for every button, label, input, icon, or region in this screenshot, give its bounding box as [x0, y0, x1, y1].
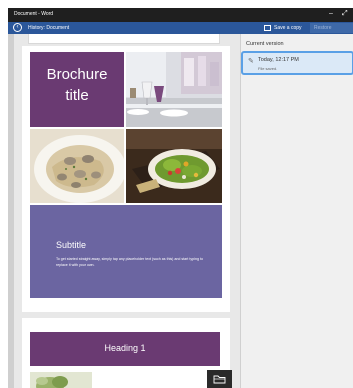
dining-table-photo-image	[126, 52, 222, 127]
title-bar: Document - Word – ⤢	[8, 8, 353, 22]
window-title: Document - Word	[14, 11, 54, 17]
pencil-icon: ✎	[248, 58, 254, 65]
brochure-title-block[interactable]: Brochure title	[30, 52, 124, 127]
previous-page-bottom	[28, 34, 220, 44]
restore-button[interactable]: Restore	[310, 23, 353, 33]
heading-block[interactable]: Heading 1	[30, 332, 220, 366]
minimize-button[interactable]: –	[329, 10, 333, 18]
salad-photo[interactable]	[126, 129, 222, 203]
save-copy-button[interactable]: Save a copy	[264, 24, 302, 32]
save-copy-label: Save a copy	[274, 25, 302, 31]
subtitle-text: Subtitle	[56, 240, 87, 250]
brochure-title: Brochure title	[46, 66, 108, 104]
pasta-dish-photo[interactable]	[30, 129, 124, 203]
page-2-photo-image	[30, 372, 92, 388]
versions-pane: Current version ✎ Today, 12:17 PM File s…	[240, 34, 353, 388]
salad-photo-image	[126, 129, 222, 203]
pasta-dish-photo-image	[30, 129, 124, 203]
version-note: File saved.	[258, 66, 278, 71]
folder-icon	[213, 375, 226, 384]
version-time: Today, 12:17 PM	[258, 57, 299, 63]
dining-table-photo[interactable]	[126, 52, 222, 127]
open-folder-button[interactable]	[207, 370, 232, 388]
maximize-button[interactable]: ⤢	[342, 10, 348, 18]
subtitle-body-text: To get started straight away, simply tap…	[56, 257, 203, 267]
subtitle-block[interactable]: Subtitle To get started straight away, s…	[30, 205, 222, 298]
back-arrow-icon: ‹	[16, 24, 19, 30]
versions-heading: Current version	[246, 41, 284, 47]
command-bar: ‹ History: Document Save a copy Restore	[8, 22, 353, 34]
left-ruler	[8, 34, 14, 388]
page-2-photo[interactable]	[30, 372, 92, 388]
document-title: History: Document	[28, 25, 70, 31]
save-copy-icon	[264, 25, 271, 31]
version-item[interactable]: ✎ Today, 12:17 PM File saved.	[241, 51, 353, 75]
heading-1-text: Heading 1	[104, 343, 146, 353]
back-button[interactable]: ‹	[13, 23, 22, 32]
